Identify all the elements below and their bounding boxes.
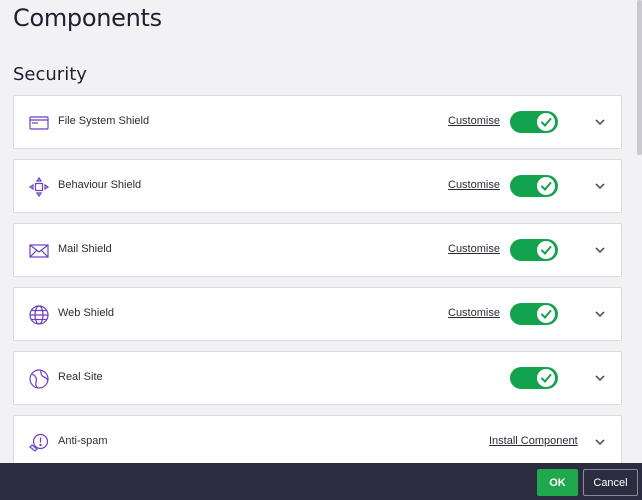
install-component-link[interactable]: Install Component (489, 435, 578, 447)
cancel-button[interactable]: Cancel (583, 469, 638, 496)
chevron-down-icon[interactable] (594, 116, 606, 128)
component-label: Real Site (58, 371, 103, 383)
component-card-real-site: Real Site (13, 351, 622, 405)
chevron-down-icon[interactable] (594, 308, 606, 320)
anti-spam-icon (28, 432, 50, 454)
component-label: Anti-spam (58, 435, 108, 447)
component-toggle[interactable] (510, 239, 558, 261)
mail-shield-icon (28, 240, 50, 262)
page-title: Components (13, 4, 162, 32)
component-label: Behaviour Shield (58, 179, 142, 191)
component-label: File System Shield (58, 115, 150, 127)
behaviour-shield-icon (28, 176, 50, 198)
web-shield-icon (28, 304, 50, 326)
footer-bar: OK Cancel (0, 463, 642, 500)
check-icon (537, 241, 555, 259)
ok-button[interactable]: OK (537, 469, 578, 496)
chevron-down-icon[interactable] (594, 372, 606, 384)
component-card-web-shield: Web Shield Customise (13, 287, 622, 341)
component-card-mail-shield: Mail Shield Customise (13, 223, 622, 277)
chevron-down-icon[interactable] (594, 180, 606, 192)
check-icon (537, 177, 555, 195)
component-card-anti-spam: Anti-spam Install Component (13, 415, 622, 469)
component-toggle[interactable] (510, 175, 558, 197)
component-card-behaviour-shield: Behaviour Shield Customise (13, 159, 622, 213)
customise-link[interactable]: Customise (448, 115, 500, 127)
customise-link[interactable]: Customise (448, 307, 500, 319)
component-label: Web Shield (58, 307, 115, 319)
file-system-shield-icon (28, 112, 50, 134)
section-title: Security (13, 64, 87, 85)
chevron-down-icon[interactable] (594, 244, 606, 256)
scrollbar[interactable] (637, 0, 642, 155)
check-icon (537, 305, 555, 323)
component-toggle[interactable] (510, 111, 558, 133)
check-icon (537, 369, 555, 387)
check-icon (537, 113, 555, 131)
component-label: Mail Shield (58, 243, 112, 255)
real-site-icon (28, 368, 50, 390)
component-toggle[interactable] (510, 367, 558, 389)
customise-link[interactable]: Customise (448, 243, 500, 255)
customise-link[interactable]: Customise (448, 179, 500, 191)
component-toggle[interactable] (510, 303, 558, 325)
chevron-down-icon[interactable] (594, 436, 606, 448)
component-card-file-system-shield: File System Shield Customise (13, 95, 622, 149)
